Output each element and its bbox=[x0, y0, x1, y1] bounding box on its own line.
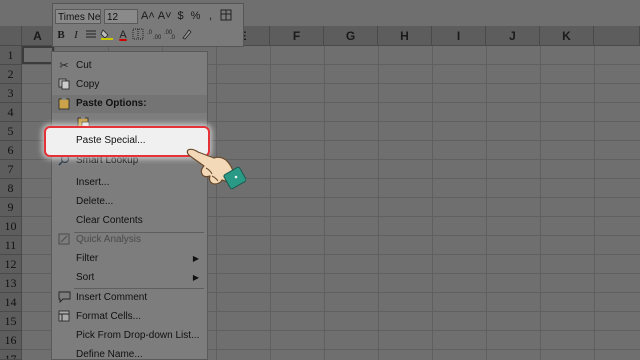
column-header-i[interactable]: I bbox=[432, 26, 486, 46]
fill-color-icon[interactable] bbox=[100, 28, 114, 43]
gridline bbox=[486, 46, 487, 360]
row-header-5[interactable]: 5 bbox=[0, 122, 22, 141]
clipboard-icon bbox=[57, 97, 71, 111]
menu-label-cut: Cut bbox=[76, 60, 92, 71]
row-header-2[interactable]: 2 bbox=[0, 65, 22, 84]
column-header-g[interactable]: G bbox=[324, 26, 378, 46]
active-cell-a1[interactable] bbox=[22, 46, 54, 64]
menu-item-format-cells[interactable]: Format Cells... bbox=[52, 308, 207, 326]
copy-icon bbox=[57, 78, 71, 92]
select-all-corner[interactable] bbox=[0, 26, 22, 46]
submenu-arrow-icon: ▶ bbox=[192, 273, 199, 282]
svg-text:.0: .0 bbox=[170, 35, 176, 40]
font-name-box[interactable]: Times Ne bbox=[55, 8, 101, 24]
menu-label-paste-options: Paste Options: bbox=[76, 98, 147, 109]
column-header-h[interactable]: H bbox=[378, 26, 432, 46]
row-header-14[interactable]: 14 bbox=[0, 293, 22, 312]
align-icon[interactable] bbox=[85, 28, 97, 43]
menu-item-define-name[interactable]: Define Name... bbox=[52, 346, 207, 360]
row-header-8[interactable]: 8 bbox=[0, 179, 22, 198]
font-size-box[interactable]: 12 bbox=[104, 8, 138, 24]
table-format-icon[interactable] bbox=[220, 9, 232, 24]
mini-toolbar-row-1: Times Ne 12 A˄ A˅ $ % , bbox=[55, 7, 232, 25]
menu-label-insert-comment: Insert Comment bbox=[76, 292, 148, 303]
gridline bbox=[432, 46, 433, 360]
borders-icon[interactable] bbox=[132, 28, 144, 43]
gridline bbox=[540, 46, 541, 360]
currency-format-button[interactable]: $ bbox=[175, 9, 187, 24]
font-color-button[interactable]: A bbox=[117, 28, 129, 43]
row-header-10[interactable]: 10 bbox=[0, 217, 22, 236]
menu-label-quick-analysis: Quick Analysis bbox=[76, 234, 142, 245]
gridline bbox=[594, 46, 595, 360]
menu-item-sort[interactable]: Sort ▶ bbox=[52, 269, 207, 287]
row-header-6[interactable]: 6 bbox=[0, 141, 22, 160]
mini-toolbar: Times Ne 12 A˄ A˅ $ % , B I A .0 .00 .00… bbox=[52, 3, 244, 47]
menu-label-sort: Sort bbox=[76, 272, 95, 283]
menu-item-delete[interactable]: Delete... bbox=[52, 193, 207, 211]
row-header-7[interactable]: 7 bbox=[0, 160, 22, 179]
menu-item-quick-analysis[interactable]: Quick Analysis bbox=[52, 231, 207, 249]
quick-analysis-icon bbox=[57, 233, 71, 247]
menu-label-delete: Delete... bbox=[76, 196, 114, 207]
menu-label-format-cells: Format Cells... bbox=[76, 311, 142, 322]
menu-item-clear-contents[interactable]: Clear Contents bbox=[52, 212, 207, 230]
menu-label-insert: Insert... bbox=[76, 177, 110, 188]
paste-options-header: Paste Options: bbox=[52, 95, 207, 113]
menu-item-pick-from-list[interactable]: Pick From Drop-down List... bbox=[52, 327, 207, 345]
comment-icon bbox=[57, 291, 71, 305]
column-header-f[interactable]: F bbox=[270, 26, 324, 46]
menu-label-copy: Copy bbox=[76, 79, 100, 90]
svg-text:.00: .00 bbox=[153, 35, 161, 40]
column-header-l[interactable] bbox=[594, 26, 640, 46]
column-header-j[interactable]: J bbox=[486, 26, 540, 46]
row-header-4[interactable]: 4 bbox=[0, 103, 22, 122]
column-header-a[interactable]: A bbox=[22, 26, 54, 46]
submenu-arrow-icon: ▶ bbox=[192, 254, 199, 263]
svg-text:.0: .0 bbox=[147, 30, 153, 36]
menu-item-insert-comment[interactable]: Insert Comment bbox=[52, 289, 207, 307]
menu-label-define-name: Define Name... bbox=[76, 349, 143, 360]
decrease-font-button[interactable]: A˅ bbox=[158, 9, 172, 24]
row-header-1[interactable]: 1 bbox=[0, 46, 22, 65]
menu-label-filter: Filter bbox=[76, 253, 99, 264]
increase-font-button[interactable]: A˄ bbox=[141, 9, 155, 24]
decimal-decrease-icon[interactable]: .00.0 bbox=[164, 28, 178, 43]
percent-format-button[interactable]: % bbox=[190, 9, 202, 24]
decimal-icon[interactable]: .0.00 bbox=[147, 28, 162, 43]
gridline bbox=[378, 46, 379, 360]
row-header-16[interactable]: 16 bbox=[0, 331, 22, 350]
row-header-17[interactable]: 17 bbox=[0, 350, 22, 360]
menu-label-clear-contents: Clear Contents bbox=[76, 215, 143, 226]
menu-item-filter[interactable]: Filter ▶ bbox=[52, 250, 207, 268]
spreadsheet-screen: A B C D E F G H I J K 1 2 3 4 5 6 7 8 9 … bbox=[0, 0, 640, 360]
row-header-3[interactable]: 3 bbox=[0, 84, 22, 103]
menu-label-paste-special: Paste Special... bbox=[76, 135, 146, 146]
bold-button[interactable]: B bbox=[55, 28, 67, 43]
format-painter-icon[interactable] bbox=[181, 28, 193, 43]
menu-item-copy[interactable]: Copy bbox=[52, 76, 207, 94]
context-menu: ✂ Cut Copy Paste Options: Smart Lookup I… bbox=[51, 51, 208, 360]
gridline bbox=[216, 46, 217, 360]
gridline bbox=[270, 46, 271, 360]
scissors-icon: ✂ bbox=[59, 60, 69, 72]
menu-item-cut[interactable]: ✂ Cut bbox=[52, 57, 207, 75]
row-header-11[interactable]: 11 bbox=[0, 236, 22, 255]
mini-toolbar-row-2: B I A .0.00 .00.0 bbox=[55, 26, 193, 44]
italic-button[interactable]: I bbox=[70, 28, 82, 43]
comma-style-icon[interactable]: , bbox=[205, 9, 217, 24]
menu-label-pick-from-list: Pick From Drop-down List... bbox=[76, 330, 200, 341]
row-header-13[interactable]: 13 bbox=[0, 274, 22, 293]
pointing-hand-icon bbox=[186, 148, 246, 190]
format-cells-icon bbox=[57, 310, 71, 324]
row-header-15[interactable]: 15 bbox=[0, 312, 22, 331]
gridline bbox=[324, 46, 325, 360]
column-header-k[interactable]: K bbox=[540, 26, 594, 46]
row-header-12[interactable]: 12 bbox=[0, 255, 22, 274]
row-header-9[interactable]: 9 bbox=[0, 198, 22, 217]
